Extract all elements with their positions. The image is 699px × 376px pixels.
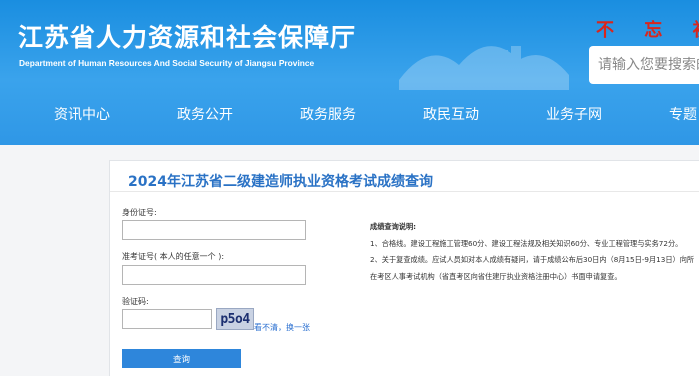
site-header: 江苏省人力资源和社会保障厅 Department of Human Resour…: [0, 0, 699, 145]
ticket-number-label: 准考证号( 本人的任意一个 ):: [122, 252, 225, 261]
id-number-input[interactable]: [122, 220, 306, 240]
captcha-label: 验证码:: [122, 297, 149, 306]
site-title: 江苏省人力资源和社会保障厅: [18, 23, 357, 52]
notes-title: 成绩查询说明:: [370, 222, 416, 231]
id-number-label: 身份证号:: [122, 208, 157, 217]
nav-item-news[interactable]: 资讯中心: [54, 104, 110, 124]
nav-item-interaction[interactable]: 政民互动: [423, 104, 479, 124]
search-input[interactable]: 请输入您要搜索的: [589, 46, 699, 84]
nav-item-gov-affairs[interactable]: 政务公开: [177, 104, 233, 124]
slogan-text: 不 忘 初 心: [596, 20, 699, 41]
site-subtitle: Department of Human Resources And Social…: [19, 58, 315, 68]
query-notes: 成绩查询说明: 1、合格线。建设工程施工管理60分、建设工程法规及相关知识60分…: [370, 219, 695, 285]
nav-item-topics[interactable]: 专题: [669, 104, 697, 124]
query-title: 2024年江苏省二级建造师执业资格考试成绩查询: [128, 174, 433, 190]
query-button[interactable]: 查询: [122, 349, 241, 368]
captcha-image[interactable]: p5o4: [216, 308, 254, 330]
ticket-number-input[interactable]: [122, 265, 306, 285]
landscape-decoration: [399, 46, 569, 90]
captcha-refresh-link[interactable]: 看不清，换一张: [254, 322, 310, 333]
main-nav: 资讯中心 政务公开 政务服务 政民互动 业务子网 专题: [0, 95, 699, 140]
score-query-panel: 2024年江苏省二级建造师执业资格考试成绩查询 身份证号: 准考证号( 本人的任…: [109, 160, 699, 376]
notes-item-1: 1、合格线。建设工程施工管理60分、建设工程法规及相关知识60分、专业工程管理与…: [370, 238, 683, 248]
nav-item-gov-services[interactable]: 政务服务: [300, 104, 356, 124]
nav-item-subnets[interactable]: 业务子网: [546, 104, 602, 124]
captcha-input[interactable]: [122, 309, 212, 329]
title-divider: [110, 191, 699, 192]
notes-item-2: 2、关于复查成绩。应试人员如对本人成绩有疑问，请于成绩公布后30日内（8月15日…: [370, 255, 695, 281]
